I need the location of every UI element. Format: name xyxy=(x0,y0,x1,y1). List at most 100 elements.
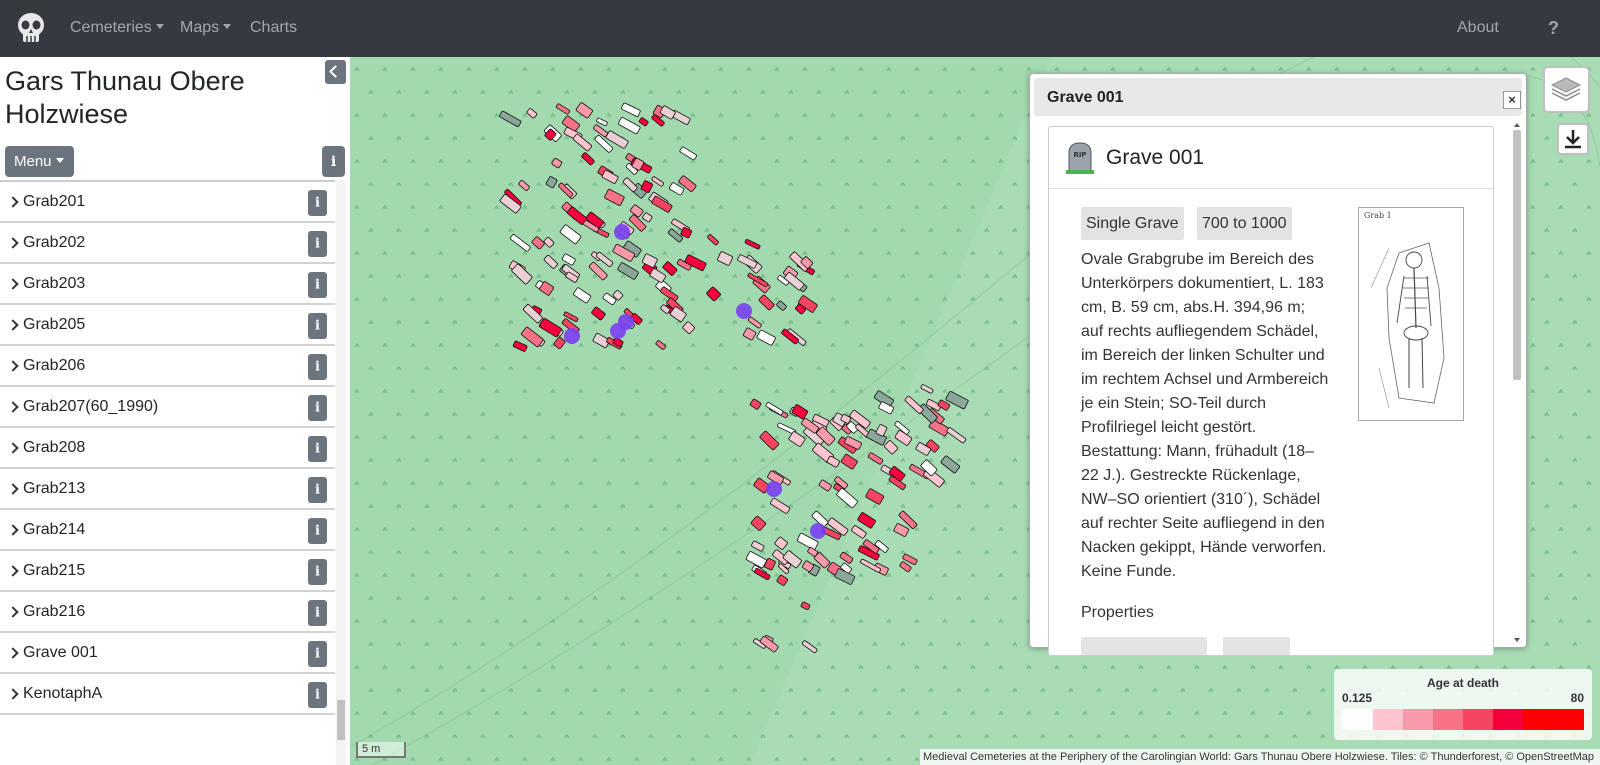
grave-polygon[interactable] xyxy=(893,523,910,537)
tree-item[interactable]: Grave 001 i xyxy=(0,633,335,674)
info-icon: i xyxy=(315,564,320,580)
grave-polygon[interactable] xyxy=(940,455,961,474)
grave-polygon[interactable] xyxy=(920,384,934,394)
grave-polygon[interactable] xyxy=(839,551,854,564)
skull-icon[interactable] xyxy=(16,12,46,44)
grave-polygon[interactable] xyxy=(851,525,867,539)
grass-symbol xyxy=(984,320,990,325)
menu-dropdown-button[interactable]: Menu xyxy=(5,146,74,177)
nav-charts-link[interactable]: Charts xyxy=(250,19,297,37)
grass-symbol xyxy=(900,734,906,739)
grass-symbol xyxy=(1572,182,1578,187)
grass-symbol xyxy=(1222,665,1228,670)
grass-symbol xyxy=(1390,67,1396,72)
item-info-button[interactable]: i xyxy=(308,600,327,626)
grass-symbol xyxy=(1194,711,1200,716)
chevron-right-icon[interactable] xyxy=(7,237,19,249)
tree-item[interactable]: Grab203 i xyxy=(0,264,335,305)
chevron-right-icon[interactable] xyxy=(7,319,19,331)
item-info-button[interactable]: i xyxy=(308,518,327,544)
chevron-right-icon[interactable] xyxy=(7,606,19,618)
chevron-right-icon[interactable] xyxy=(7,565,19,577)
grass-symbol xyxy=(1558,343,1564,348)
nav-maps-dropdown[interactable]: Maps xyxy=(180,19,232,37)
item-info-button[interactable]: i xyxy=(308,354,327,380)
tree-item[interactable]: Grab206 i xyxy=(0,346,335,387)
grass-symbol xyxy=(1586,389,1592,394)
grave-marker[interactable] xyxy=(810,523,826,539)
tree-item[interactable]: Grab202 i xyxy=(0,223,335,264)
grass-symbol xyxy=(1572,412,1578,417)
tree-item[interactable]: Grab216 i xyxy=(0,592,335,633)
legend-swatch xyxy=(1493,709,1523,730)
scrollbar-thumb[interactable] xyxy=(1513,130,1521,380)
grave-sketch-image[interactable]: Grab 1 xyxy=(1358,207,1464,421)
chevron-right-icon[interactable] xyxy=(7,196,19,208)
tree-item[interactable]: Grab205 i xyxy=(0,305,335,346)
item-info-button[interactable]: i xyxy=(308,477,327,503)
nav-about-link[interactable]: About xyxy=(1457,19,1499,37)
chevron-right-icon[interactable] xyxy=(7,524,19,536)
chevron-right-icon[interactable] xyxy=(7,688,19,700)
grass-symbol xyxy=(928,504,934,509)
grave-polygon[interactable] xyxy=(894,430,913,446)
grave-polygon[interactable] xyxy=(865,488,885,505)
sidebar-scrollbar[interactable] xyxy=(336,180,346,765)
tree-item[interactable]: Grab201 i xyxy=(0,182,335,223)
tree-item[interactable]: Grab213 i xyxy=(0,469,335,510)
item-info-button[interactable]: i xyxy=(308,190,327,216)
grass-symbol xyxy=(1152,734,1158,739)
grass-symbol xyxy=(1558,159,1564,164)
grass-symbol xyxy=(858,757,864,762)
chevron-right-icon[interactable] xyxy=(7,360,19,372)
legend-max: 80 xyxy=(1570,691,1584,705)
grass-symbol xyxy=(984,642,990,647)
tree-item-label: Grab213 xyxy=(23,480,86,497)
grave-polygon[interactable] xyxy=(946,427,967,444)
grave-marker[interactable] xyxy=(564,328,580,344)
grass-symbol xyxy=(1544,412,1550,417)
item-info-button[interactable]: i xyxy=(308,272,327,298)
scrollbar-thumb[interactable] xyxy=(337,700,345,740)
grave-polygon[interactable] xyxy=(801,640,818,654)
grass-symbol xyxy=(984,458,990,463)
item-info-button[interactable]: i xyxy=(308,682,327,708)
collapse-sidebar-button[interactable] xyxy=(325,60,346,84)
chevron-right-icon[interactable] xyxy=(7,647,19,659)
tree-item[interactable]: Grab207(60_1990) i xyxy=(0,387,335,428)
popup-scrollbar[interactable] xyxy=(1511,120,1523,645)
item-info-button[interactable]: i xyxy=(308,559,327,585)
tree-item-label: Grave 001 xyxy=(23,644,98,661)
grave-marker[interactable] xyxy=(614,224,630,240)
scroll-down-icon[interactable] xyxy=(1512,635,1524,645)
download-icon[interactable] xyxy=(1557,123,1589,155)
tombstone-rip-icon: RIP xyxy=(1066,142,1094,174)
tree-item[interactable]: Grab214 i xyxy=(0,510,335,551)
layers-icon[interactable] xyxy=(1543,66,1590,113)
chevron-right-icon[interactable] xyxy=(7,401,19,413)
item-info-button[interactable]: i xyxy=(308,313,327,339)
grave-marker[interactable] xyxy=(610,323,626,339)
tree-item[interactable]: KenotaphA i xyxy=(0,674,335,715)
tree-item[interactable]: Grab215 i xyxy=(0,551,335,592)
help-icon[interactable]: ? xyxy=(1548,18,1559,39)
chevron-right-icon[interactable] xyxy=(7,278,19,290)
chevron-right-icon[interactable] xyxy=(7,483,19,495)
legend-swatch xyxy=(1403,709,1433,730)
grave-marker[interactable] xyxy=(736,303,752,319)
item-info-button[interactable]: i xyxy=(308,395,327,421)
grave-polygon[interactable] xyxy=(904,395,924,414)
tree-item[interactable]: Grab208 i xyxy=(0,428,335,469)
item-info-button[interactable]: i xyxy=(308,436,327,462)
scroll-up-icon[interactable] xyxy=(1512,120,1524,130)
properties-heading: Properties xyxy=(1081,604,1154,621)
item-info-button[interactable]: i xyxy=(308,641,327,667)
item-info-button[interactable]: i xyxy=(308,231,327,257)
grave-marker[interactable] xyxy=(766,481,782,497)
grave-polygon[interactable] xyxy=(857,512,876,529)
chevron-right-icon[interactable] xyxy=(7,442,19,454)
grass-symbol xyxy=(998,711,1004,716)
cemetery-info-button[interactable]: i xyxy=(322,146,345,177)
nav-cemeteries-dropdown[interactable]: Cemeteries xyxy=(70,19,164,37)
close-icon[interactable]: × xyxy=(1503,91,1521,109)
